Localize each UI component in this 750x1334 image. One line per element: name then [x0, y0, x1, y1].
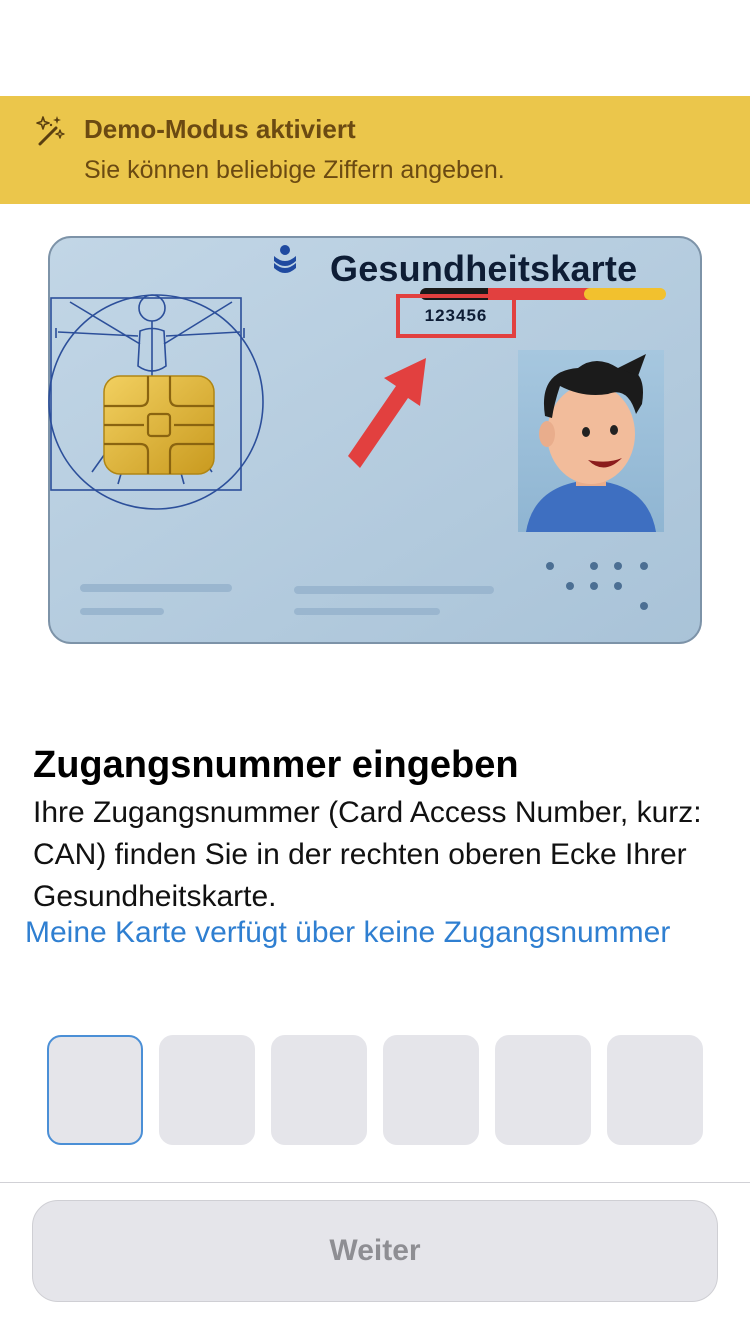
- can-digit-input-6[interactable]: [607, 1035, 703, 1145]
- instruction-text: Ihre Zugangsnummer (Card Access Number, …: [33, 796, 702, 913]
- can-digit-input-4[interactable]: [383, 1035, 479, 1145]
- continue-button[interactable]: Weiter: [32, 1200, 718, 1302]
- card-can-highlight: 123456: [396, 294, 516, 338]
- health-card-illustration: [48, 236, 702, 646]
- can-digit-input-2[interactable]: [159, 1035, 255, 1145]
- card-photo: [518, 350, 664, 532]
- card-title: Gesundheitskarte: [330, 248, 638, 289]
- magic-wand-sparkles-icon: [36, 116, 65, 146]
- demo-mode-banner: [0, 96, 750, 204]
- footer-divider: [0, 1182, 750, 1183]
- demo-mode-title: Demo-Modus aktiviert: [84, 114, 356, 144]
- can-digit-input-1[interactable]: [47, 1035, 143, 1145]
- card-chip: [103, 375, 215, 475]
- page-title: Zugangsnummer eingeben: [33, 744, 519, 786]
- no-can-link[interactable]: Meine Karte verfügt über keine Zugangsnu…: [25, 916, 670, 950]
- can-digit-input-3[interactable]: [271, 1035, 367, 1145]
- demo-mode-subtitle: Sie können beliebige Ziffern angeben.: [84, 156, 505, 184]
- can-digit-input-5[interactable]: [495, 1035, 591, 1145]
